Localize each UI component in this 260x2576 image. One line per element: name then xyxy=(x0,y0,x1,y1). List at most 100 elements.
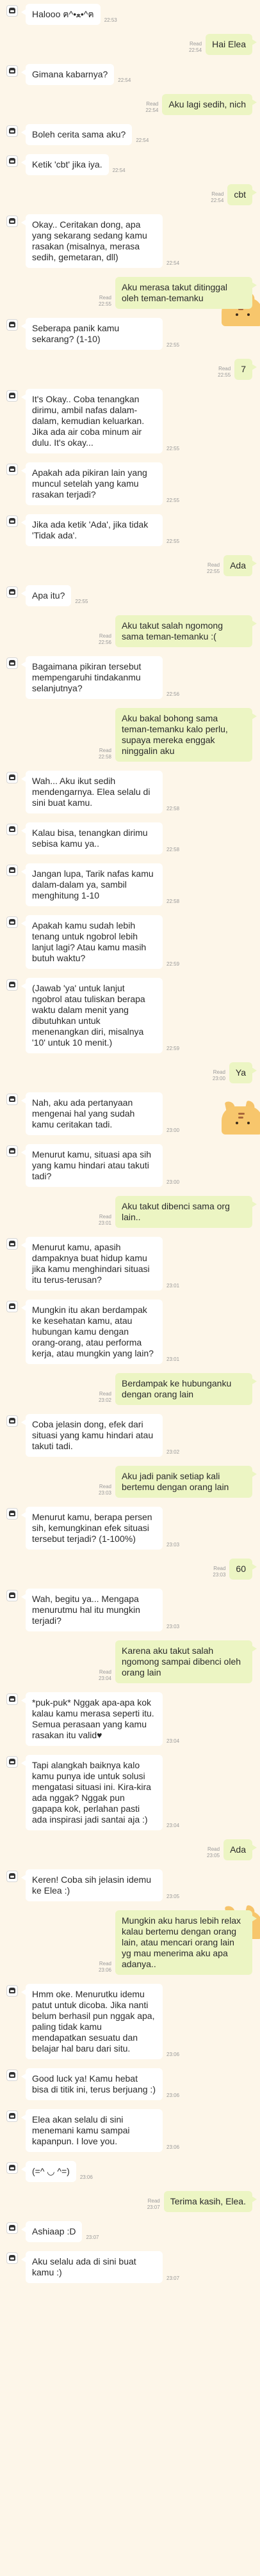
message-bubble[interactable]: Ada xyxy=(223,555,257,576)
bot-avatar-icon[interactable] xyxy=(6,772,18,783)
bot-avatar-icon[interactable] xyxy=(6,216,18,227)
message-bubble[interactable]: Menurut kamu, situasi apa sih yang kamu … xyxy=(21,1144,163,1187)
message-bubble[interactable]: Apakah ada pikiran lain yang muncul sete… xyxy=(21,462,163,505)
message-bubble[interactable]: Wah... Aku ikut sedih mendengarnya. Elea… xyxy=(21,771,163,813)
message-bubble[interactable]: *puk-puk* Nggak apa-apa kok kalau kamu m… xyxy=(21,1692,163,1746)
message-bubble[interactable]: Karena aku takut salah ngomong sampai di… xyxy=(115,1640,257,1683)
message-bubble[interactable]: Aku selalu ada di sini buat kamu :) xyxy=(21,2251,163,2283)
message-bubble[interactable]: 60 xyxy=(229,1559,257,1580)
bot-avatar-icon[interactable] xyxy=(6,1238,18,1250)
chat-thread: Halooo ฅ^•ﻌ•^ฅ 22:53 Read 22:54 Hai Elea Gima… xyxy=(0,0,260,2283)
bot-avatar-icon[interactable] xyxy=(6,515,18,527)
message-time: 22:58 xyxy=(167,847,180,852)
message-bubble[interactable]: (Jawab 'ya' untuk lanjut ngobrol atau tu… xyxy=(21,978,163,1053)
bot-avatar-icon[interactable] xyxy=(6,464,18,475)
message-bubble[interactable]: Ada xyxy=(223,1839,257,1860)
read-receipt: Read xyxy=(213,1566,226,1571)
outgoing-message: Read 23:00 Ya xyxy=(0,1062,260,1083)
bot-avatar-icon[interactable] xyxy=(6,2162,18,2174)
message-meta: 22:58 xyxy=(167,847,179,853)
message-time: 22:54 xyxy=(118,77,131,83)
message-bubble[interactable]: Aku jadi panik setiap kali bertemu denga… xyxy=(115,1466,257,1498)
bot-avatar-icon[interactable] xyxy=(6,155,18,167)
bot-avatar-icon[interactable] xyxy=(6,1508,18,1520)
message-bubble[interactable]: Apakah kamu sudah lebih tenang untuk ngo… xyxy=(21,915,163,969)
message-bubble[interactable]: Berdampak ke hubunganku dengan orang lai… xyxy=(115,1373,257,1405)
message-bubble[interactable]: Menurut kamu, berapa persen sih, kemungk… xyxy=(21,1507,163,1550)
message-bubble[interactable]: Ketik 'cbt' jika iya. xyxy=(21,154,109,175)
message-bubble[interactable]: Ya xyxy=(229,1062,257,1083)
message-bubble[interactable]: Good luck ya! Kamu hebat bisa di titik i… xyxy=(21,2068,163,2100)
message-bubble[interactable]: Okay.. Ceritakan dong, apa yang sekarang… xyxy=(21,214,163,268)
message-bubble[interactable]: (=^ ◡ ^=) xyxy=(21,2161,76,2182)
message-bubble[interactable]: Mungkin itu akan berdampak ke kesehatan … xyxy=(21,1300,163,1364)
bot-avatar-icon[interactable] xyxy=(6,2252,18,2264)
message-bubble[interactable]: 7 xyxy=(234,359,257,380)
bot-avatar-icon[interactable] xyxy=(6,586,18,598)
bot-avatar-icon[interactable] xyxy=(6,319,18,331)
outgoing-message: Read 23:06 Mungkin aku harus lebih relax k… xyxy=(0,1910,260,1975)
message-bubble[interactable]: Bagaimana pikiran tersebut mempengaruhi … xyxy=(21,656,163,699)
bot-avatar-icon[interactable] xyxy=(6,65,18,77)
message-meta: 22:55 xyxy=(75,599,88,605)
message-time: 22:58 xyxy=(98,754,111,760)
message-meta: 22:55 xyxy=(167,538,179,545)
message-meta: 23:06 xyxy=(167,2093,179,2099)
bot-avatar-icon[interactable] xyxy=(6,865,18,876)
message-bubble[interactable]: Terima kasih, Elea. xyxy=(163,2191,257,2212)
message-bubble[interactable]: Menurut kamu, apasih dampaknya buat hidu… xyxy=(21,1237,163,1291)
message-bubble[interactable]: Seberapa panik kamu sekarang? (1-10) xyxy=(21,318,163,350)
message-meta: 23:01 xyxy=(167,1356,179,1363)
message-bubble[interactable]: Apa itu? xyxy=(20,585,72,606)
message-bubble[interactable]: Gimana kabarnya? xyxy=(20,64,115,85)
bot-avatar-icon[interactable] xyxy=(6,5,18,17)
message-bubble[interactable]: Nah, aku ada pertanyaan mengenai hal yan… xyxy=(21,1092,163,1135)
bot-avatar-icon[interactable] xyxy=(6,1871,18,1882)
message-time: 23:03 xyxy=(167,1542,180,1548)
outgoing-message: Read 23:07 Terima kasih, Elea. xyxy=(0,2191,260,2212)
bot-avatar-icon[interactable] xyxy=(6,2110,18,2122)
message-bubble[interactable]: Ashiaap :D xyxy=(20,2221,83,2242)
read-receipt: Read xyxy=(99,1961,111,1967)
bot-avatar-icon[interactable] xyxy=(6,1301,18,1312)
message-bubble[interactable]: Aku bakal bohong sama teman-temanku kalo… xyxy=(115,708,257,762)
message-bubble[interactable]: Keren! Coba sih jelasin idemu ke Elea :) xyxy=(21,1869,163,1901)
message-bubble[interactable]: Tapi alangkah baiknya kalo kamu punya id… xyxy=(21,1755,163,1830)
bot-avatar-icon[interactable] xyxy=(6,1094,18,1105)
bot-avatar-icon[interactable] xyxy=(6,1145,18,1157)
bot-avatar-icon[interactable] xyxy=(6,979,18,991)
message-bubble[interactable]: Boleh cerita sama aku? xyxy=(20,124,133,145)
message-bubble[interactable]: cbt xyxy=(227,184,257,205)
message-bubble[interactable]: Wah, begitu ya... Mengapa menurutmu hal … xyxy=(21,1589,163,1631)
message-bubble[interactable]: Aku merasa takut ditinggal oleh teman-te… xyxy=(115,277,257,309)
bot-avatar-icon[interactable] xyxy=(6,916,18,928)
message-meta: 23:06 xyxy=(167,2144,179,2151)
outgoing-message: Read 23:04 Karena aku takut salah ngomong … xyxy=(0,1640,260,1683)
message-bubble[interactable]: Hai Elea xyxy=(206,34,257,55)
message-bubble[interactable]: Elea akan selalu di sini menemani kamu s… xyxy=(21,2109,163,2152)
message-bubble[interactable]: It's Okay.. Coba tenangkan dirimu, ambil… xyxy=(21,389,163,453)
bot-avatar-icon[interactable] xyxy=(6,657,18,669)
message-bubble[interactable]: Aku takut salah ngomong sama teman-teman… xyxy=(115,615,257,647)
message-bubble[interactable]: Hmm oke. Menurutku idemu patut untuk dic… xyxy=(21,1984,163,2059)
bot-avatar-icon[interactable] xyxy=(6,1985,18,1997)
message-bubble[interactable]: Halooo ฅ^•ﻌ•^ฅ xyxy=(21,4,101,25)
bot-avatar-icon[interactable] xyxy=(6,1693,18,1705)
message-bubble[interactable]: Aku lagi sedih, nich xyxy=(162,94,257,115)
message-bubble[interactable]: Kalau bisa, tenangkan dirimu sebisa kamu… xyxy=(21,822,163,854)
message-meta: 23:07 xyxy=(86,2234,99,2241)
bot-avatar-icon[interactable] xyxy=(6,1415,18,1427)
bot-avatar-icon[interactable] xyxy=(6,2069,18,2081)
bot-avatar-icon[interactable] xyxy=(6,125,18,137)
message-bubble[interactable]: Coba jelasin dong, efek dari situasi yan… xyxy=(21,1414,163,1457)
bot-avatar-icon[interactable] xyxy=(6,824,18,835)
message-bubble[interactable]: Aku takut dibenci sama org lain.. xyxy=(115,1196,257,1228)
message-bubble[interactable]: Mungkin aku harus lebih relax kalau bert… xyxy=(115,1910,257,1975)
message-bubble[interactable]: Jangan lupa, Tarik nafas kamu dalam-dala… xyxy=(21,863,163,906)
message-bubble[interactable]: Jika ada ketik 'Ada', jika tidak 'Tidak … xyxy=(21,514,163,546)
bot-avatar-icon[interactable] xyxy=(6,2222,18,2234)
message-meta: Read 22:55 xyxy=(207,562,220,575)
bot-avatar-icon[interactable] xyxy=(6,1756,18,1768)
bot-avatar-icon[interactable] xyxy=(6,1590,18,1601)
bot-avatar-icon[interactable] xyxy=(6,390,18,402)
